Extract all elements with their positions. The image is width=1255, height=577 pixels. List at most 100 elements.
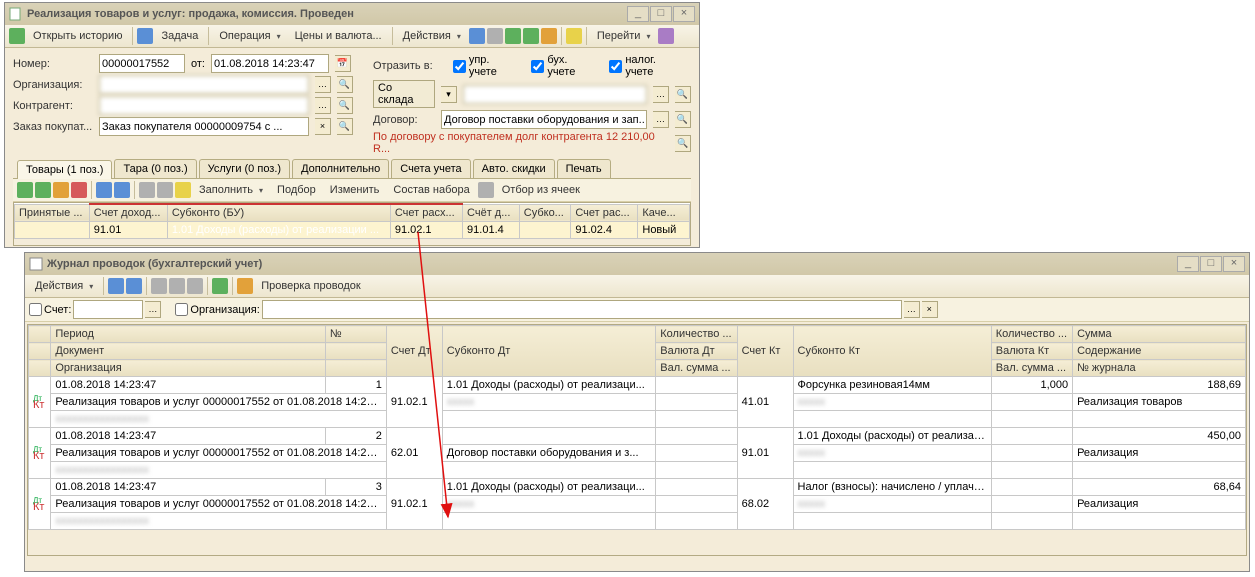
order-field[interactable] — [99, 117, 309, 136]
counter-field[interactable] — [99, 96, 309, 115]
h-valsum-dt[interactable]: Вал. сумма ... — [656, 360, 737, 377]
j-icon6[interactable] — [237, 278, 253, 294]
prices-button[interactable]: Цены и валюта... — [289, 27, 388, 45]
counter-open-icon[interactable]: 🔍 — [337, 97, 353, 114]
open-history-button[interactable]: Открыть историю — [27, 27, 128, 45]
goods-grid[interactable]: Принятые ... Счет доход... Субконто (БУ)… — [13, 202, 691, 246]
journal-row[interactable]: Реализация товаров и услуг 00000017552 о… — [29, 445, 1246, 462]
col-quality[interactable]: Каче... — [638, 204, 690, 222]
icon3[interactable] — [505, 28, 521, 44]
cell-d[interactable]: 91.01.4 — [463, 222, 520, 239]
journal-row[interactable]: ДтКт 01.08.2018 14:23:472 62.01 91.011.0… — [29, 428, 1246, 445]
journal-grid[interactable]: Период № Счет Дт Субконто Дт Количество … — [27, 324, 1247, 556]
j-icon4[interactable] — [169, 278, 185, 294]
j-icon5[interactable] — [187, 278, 203, 294]
journal-actions[interactable]: Действия — [29, 277, 99, 295]
journal-row[interactable]: xxxxxxxxxxxxxxxxx — [29, 462, 1246, 479]
goto-button[interactable]: Перейти — [591, 27, 657, 45]
check-postings[interactable]: Проверка проводок — [255, 277, 366, 295]
org-field[interactable] — [99, 75, 309, 94]
journal-row[interactable]: ДтКт 01.08.2018 14:23:473 91.02.11.01 До… — [29, 479, 1246, 496]
cell-acct[interactable]: 91.01 — [89, 222, 167, 239]
down-icon[interactable] — [114, 182, 130, 198]
icon6[interactable] — [566, 28, 582, 44]
tab-goods[interactable]: Товары (1 поз.) — [17, 160, 112, 179]
h-qty-kt[interactable]: Количество ... — [991, 326, 1072, 343]
filter-button[interactable]: Отбор из ячеек — [496, 181, 586, 199]
contract-lookup-icon[interactable]: … — [653, 111, 669, 128]
col-accepted[interactable]: Принятые ... — [15, 204, 90, 222]
j-icon1[interactable] — [108, 278, 124, 294]
actions-button[interactable]: Действия — [397, 27, 467, 45]
h-org[interactable]: Организация — [51, 360, 326, 377]
col-exp-acct[interactable]: Счет расх... — [390, 204, 462, 222]
tab-print[interactable]: Печать — [557, 159, 611, 178]
col-acct-d[interactable]: Счёт д... — [463, 204, 520, 222]
h-content[interactable]: Содержание — [1073, 343, 1246, 360]
col-sub2[interactable]: Субко... — [519, 204, 571, 222]
icon4[interactable] — [523, 28, 539, 44]
close-button-2[interactable]: × — [1223, 256, 1245, 272]
add-icon[interactable] — [17, 182, 33, 198]
org-filter-field[interactable] — [262, 300, 902, 319]
copy-icon[interactable] — [35, 182, 51, 198]
icon2[interactable] — [487, 28, 503, 44]
wh-open-icon[interactable]: 🔍 — [675, 86, 691, 103]
close-button[interactable]: × — [673, 6, 695, 22]
h-cur-dt[interactable]: Валюта Дт — [656, 343, 737, 360]
j-refresh-icon[interactable] — [212, 278, 228, 294]
tab-extra[interactable]: Дополнительно — [292, 159, 389, 178]
acct-filter-chk[interactable] — [29, 303, 42, 316]
j-icon3[interactable] — [151, 278, 167, 294]
tab-services[interactable]: Услуги (0 поз.) — [199, 159, 290, 178]
journal-row[interactable]: xxxxxxxxxxxxxxxxx — [29, 411, 1246, 428]
operation-button[interactable]: Операция — [213, 27, 286, 45]
journal-row[interactable]: xxxxxxxxxxxxxxxxx — [29, 513, 1246, 530]
up-icon[interactable] — [96, 182, 112, 198]
date-picker-icon[interactable]: 📅 — [335, 55, 351, 72]
change-button[interactable]: Изменить — [324, 181, 386, 199]
cell-exp2[interactable]: 91.02.4 — [571, 222, 638, 239]
j-icon2[interactable] — [126, 278, 142, 294]
org-open-icon[interactable]: 🔍 — [337, 76, 353, 93]
chk-nal[interactable]: налог. учете — [609, 54, 681, 78]
journal-row[interactable]: Реализация товаров и услуг 00000017552 о… — [29, 496, 1246, 513]
h-no[interactable]: № — [325, 326, 386, 343]
wh-field[interactable] — [463, 85, 647, 104]
acct-filter-field[interactable] — [73, 300, 143, 319]
h-sub-dt[interactable]: Субконто Дт — [442, 326, 656, 377]
order-clear-icon[interactable]: × — [315, 118, 331, 135]
col-subconto[interactable]: Субконто (БУ) — [167, 204, 390, 222]
edit-icon[interactable] — [53, 182, 69, 198]
number-field[interactable] — [99, 54, 185, 73]
date-field[interactable] — [211, 54, 329, 73]
h-sum[interactable]: Сумма — [1073, 326, 1246, 343]
col-income-acct[interactable]: Счет доход... — [89, 204, 167, 222]
h-acct-dt[interactable]: Счет Дт — [386, 326, 442, 377]
cell-sub[interactable]: 1.01 Доходы (расходы) от реализации ... — [167, 222, 390, 239]
fill-button[interactable]: Заполнить — [193, 181, 269, 199]
task-button[interactable]: Задача — [155, 27, 204, 45]
h-valsum-kt[interactable]: Вал. сумма ... — [991, 360, 1072, 377]
contract-field[interactable] — [441, 110, 647, 129]
wh-label[interactable]: Со склада — [373, 80, 435, 108]
compose-button[interactable]: Состав набора — [387, 181, 475, 199]
counter-lookup-icon[interactable]: … — [315, 97, 331, 114]
journal-row[interactable]: ДтКт 01.08.2018 14:23:471 91.02.11.01 До… — [29, 377, 1246, 394]
h-qty-dt[interactable]: Количество ... — [656, 326, 737, 343]
contract-open-icon[interactable]: 🔍 — [675, 111, 691, 128]
cell-qual[interactable]: Новый — [638, 222, 690, 239]
order-open-icon[interactable]: 🔍 — [337, 118, 353, 135]
icon5[interactable] — [541, 28, 557, 44]
maximize-button-2[interactable]: □ — [1200, 256, 1222, 272]
chk-buh[interactable]: бух. учете — [531, 54, 593, 78]
h-acct-kt[interactable]: Счет Кт — [737, 326, 793, 377]
h-cur-kt[interactable]: Валюта Кт — [991, 343, 1072, 360]
wh-lookup-icon[interactable]: … — [653, 86, 669, 103]
tab-discounts[interactable]: Авто. скидки — [473, 159, 555, 178]
chk-upr[interactable]: упр. учете — [453, 54, 515, 78]
maximize-button[interactable]: □ — [650, 6, 672, 22]
col-exp2[interactable]: Счет рас... — [571, 204, 638, 222]
delete-icon[interactable] — [71, 182, 87, 198]
sort-asc-icon[interactable] — [139, 182, 155, 198]
